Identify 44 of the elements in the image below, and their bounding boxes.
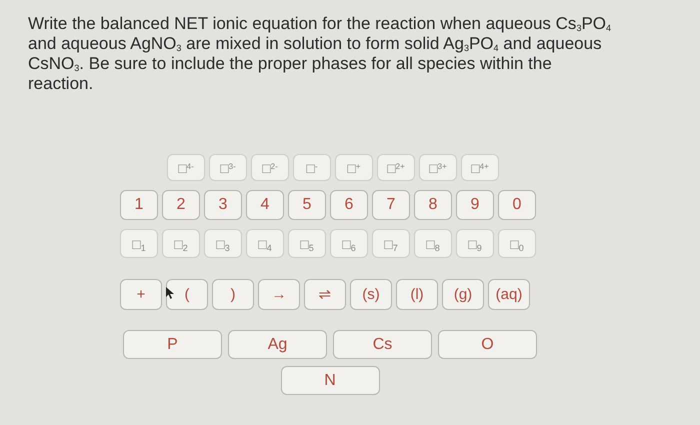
digit-key[interactable]: 8 [414, 190, 452, 220]
symbol-key[interactable]: (l) [396, 279, 438, 310]
symbol-key[interactable]: + [120, 279, 162, 310]
subscript-key[interactable]: □$_{9}$ [456, 229, 494, 258]
digit-key[interactable]: 0 [498, 190, 536, 220]
element-key[interactable]: P [123, 330, 222, 359]
charge-key[interactable]: □$^{-}$ [293, 154, 331, 181]
symbol-key[interactable]: (aq) [488, 279, 530, 310]
digit-key[interactable]: 7 [372, 190, 410, 220]
subscript-key[interactable]: □$_{2}$ [162, 229, 200, 258]
digit-key[interactable]: 9 [456, 190, 494, 220]
element-key[interactable]: O [438, 330, 537, 359]
subscript-key[interactable]: □$_{0}$ [498, 229, 536, 258]
symbol-key[interactable]: ( [166, 279, 208, 310]
symbol-key[interactable]: ) [212, 279, 254, 310]
charge-key[interactable]: □$^{2+}$ [377, 154, 415, 181]
question-text: Write the balanced NET ionic equation for the reaction when aqueous Cs$_{3}$PO$_{4}$ and aqueous AgNO$_{3}$ are mixed in solution to form solid Ag$_{3}$PO$_{4}$ and aqueous CsNO$_{3}$. Be sure to include the proper phases for all species within the reaction. [27, 13, 612, 94]
subscript-key[interactable]: □$_{3}$ [204, 229, 242, 258]
element-key[interactable]: N [280, 366, 380, 395]
element-key[interactable]: Cs [333, 330, 432, 359]
subscript-key[interactable]: □$_{7}$ [372, 229, 410, 258]
charge-key[interactable]: □$^{4-}$ [167, 154, 205, 181]
subscript-key[interactable]: □$_{8}$ [414, 229, 452, 258]
digit-key[interactable]: 3 [204, 190, 242, 220]
symbol-key[interactable]: ⇌ [304, 279, 346, 310]
element-key[interactable]: Ag [228, 330, 327, 359]
charge-key[interactable]: □$^{3-}$ [209, 154, 247, 181]
subscript-key[interactable]: □$_{5}$ [288, 229, 326, 258]
subscript-key[interactable]: □$_{4}$ [246, 229, 284, 258]
symbol-key[interactable]: (g) [442, 279, 484, 310]
subscript-key[interactable]: □$_{1}$ [120, 229, 158, 258]
digit-key[interactable]: 2 [162, 190, 200, 220]
digit-key[interactable]: 1 [120, 190, 158, 220]
charge-key[interactable]: □$^{3+}$ [419, 154, 457, 181]
digit-key[interactable]: 5 [288, 190, 326, 220]
symbol-key[interactable]: → [258, 279, 300, 310]
mouse-pointer-icon [166, 287, 174, 299]
digit-key[interactable]: 6 [330, 190, 368, 220]
charge-key[interactable]: □$^{+}$ [335, 154, 373, 181]
charge-key[interactable]: □$^{2-}$ [251, 154, 289, 181]
symbol-key[interactable]: (s) [350, 279, 392, 310]
digit-key[interactable]: 4 [246, 190, 284, 220]
charge-key[interactable]: □$^{4+}$ [461, 154, 499, 181]
subscript-key[interactable]: □$_{6}$ [330, 229, 368, 258]
